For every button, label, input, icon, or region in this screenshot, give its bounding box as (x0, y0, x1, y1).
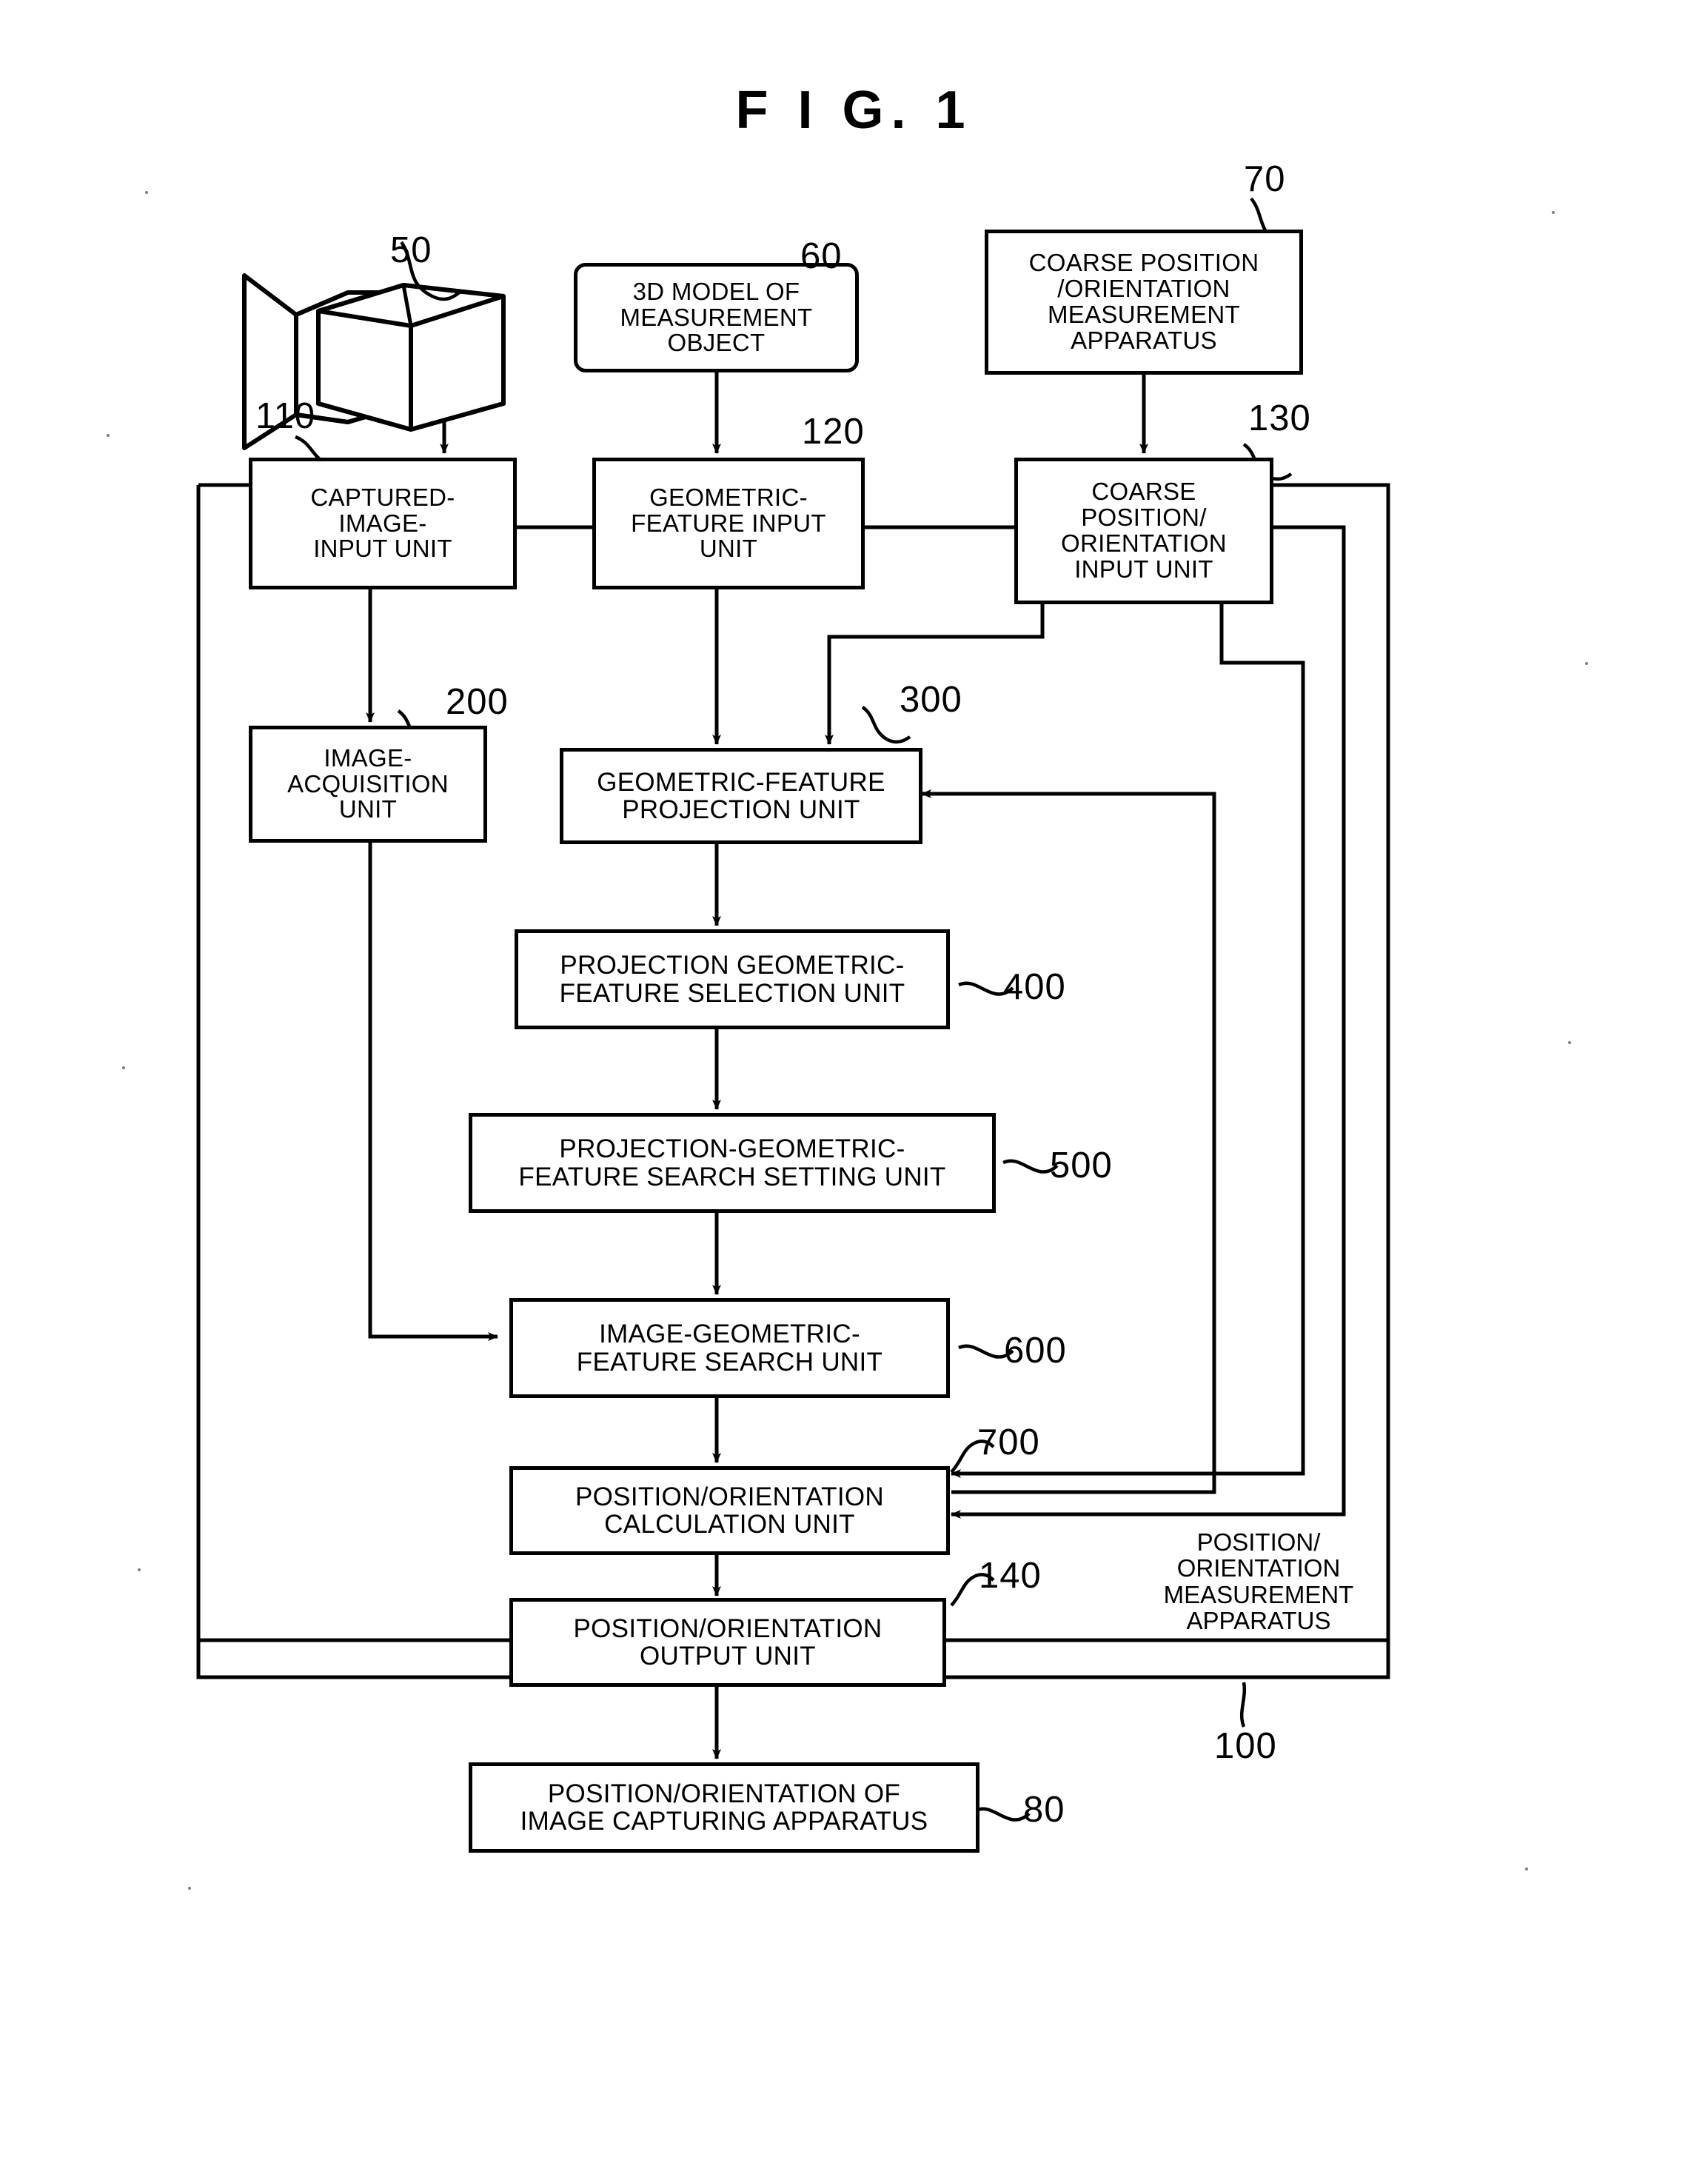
node-coarse-position-orientation-measurement-apparatus[interactable]: COARSE POSITION /ORIENTATION MEASUREMENT… (985, 230, 1303, 375)
ref-numeral-400: 400 (1003, 967, 1066, 1007)
node-3d-model-of-measurement-object[interactable]: 3D MODEL OF MEASUREMENT OBJECT (574, 263, 859, 372)
node-projection-geometric-feature-selection-unit[interactable]: PROJECTION GEOMETRIC- FEATURE SELECTION … (515, 929, 950, 1029)
scan-speck (1552, 211, 1555, 214)
ref-numeral-80: 80 (1023, 1790, 1065, 1830)
scan-speck (767, 955, 770, 958)
scan-speck (138, 1568, 141, 1571)
scan-speck (1585, 662, 1588, 665)
ref-numeral-500: 500 (1050, 1146, 1113, 1186)
node-coarse-position-orientation-input-unit[interactable]: COARSE POSITION/ ORIENTATION INPUT UNIT (1014, 458, 1273, 604)
scan-speck (1525, 1868, 1528, 1870)
ref-numeral-120: 120 (802, 412, 865, 452)
scan-speck (122, 1066, 125, 1069)
node-projection-geometric-feature-search-setting-unit[interactable]: PROJECTION-GEOMETRIC- FEATURE SEARCH SET… (469, 1113, 996, 1213)
node-captured-image-input-unit[interactable]: CAPTURED- IMAGE- INPUT UNIT (249, 458, 517, 589)
node-position-orientation-of-image-capturing-apparatus[interactable]: POSITION/ORIENTATION OF IMAGE CAPTURING … (469, 1762, 979, 1853)
node-geometric-feature-projection-unit[interactable]: GEOMETRIC-FEATURE PROJECTION UNIT (560, 748, 922, 844)
node-label: COARSE POSITION/ ORIENTATION INPUT UNIT (1061, 478, 1227, 583)
ref-numeral-600: 600 (1004, 1331, 1067, 1371)
node-label: POSITION/ORIENTATION OUTPUT UNIT (573, 1614, 883, 1671)
ref-numeral-300: 300 (900, 680, 962, 720)
scan-speck (107, 434, 110, 437)
node-image-geometric-feature-search-unit[interactable]: IMAGE-GEOMETRIC- FEATURE SEARCH UNIT (509, 1298, 950, 1398)
node-label: COARSE POSITION /ORIENTATION MEASUREMENT… (1028, 249, 1259, 354)
node-label: IMAGE- ACQUISITION UNIT (287, 743, 449, 823)
ref-numeral-130: 130 (1248, 398, 1311, 438)
figure-title: F I G. 1 (735, 81, 973, 140)
scan-speck (145, 191, 148, 194)
node-position-orientation-calculation-unit[interactable]: POSITION/ORIENTATION CALCULATION UNIT (509, 1466, 950, 1555)
ref-numeral-100: 100 (1214, 1726, 1277, 1766)
node-label: IMAGE-GEOMETRIC- FEATURE SEARCH UNIT (576, 1320, 883, 1377)
node-label: POSITION/ORIENTATION OF IMAGE CAPTURING … (520, 1779, 928, 1836)
ref-numeral-110: 110 (255, 396, 316, 436)
ref-numeral-60: 60 (800, 236, 843, 276)
node-label: PROJECTION-GEOMETRIC- FEATURE SEARCH SET… (518, 1134, 946, 1191)
node-image-acquisition-unit[interactable]: IMAGE- ACQUISITION UNIT (249, 726, 487, 843)
scan-speck (188, 1887, 191, 1890)
node-label: GEOMETRIC-FEATURE PROJECTION UNIT (597, 767, 885, 824)
ref-numeral-70: 70 (1244, 159, 1286, 199)
figure-page: F I G. 1 3D MODEL OF MEASUREMENT OBJECT … (0, 0, 1708, 2160)
ref-numeral-700: 700 (977, 1422, 1040, 1462)
node-label: PROJECTION GEOMETRIC- FEATURE SELECTION … (559, 951, 905, 1008)
ref-numeral-50: 50 (390, 230, 432, 270)
node-label: GEOMETRIC- FEATURE INPUT UNIT (631, 483, 826, 563)
node-geometric-feature-input-unit[interactable]: GEOMETRIC- FEATURE INPUT UNIT (592, 458, 865, 589)
container-label-position-orientation-measurement-apparatus: POSITION/ ORIENTATION MEASUREMENT APPARA… (1163, 1528, 1354, 1634)
node-label: CAPTURED- IMAGE- INPUT UNIT (310, 483, 455, 563)
ref-numeral-200: 200 (446, 682, 509, 722)
node-label: POSITION/ORIENTATION CALCULATION UNIT (575, 1482, 884, 1539)
scan-speck (1568, 1041, 1571, 1044)
node-label: 3D MODEL OF MEASUREMENT OBJECT (620, 277, 813, 357)
node-position-orientation-output-unit[interactable]: POSITION/ORIENTATION OUTPUT UNIT (509, 1598, 946, 1687)
ref-numeral-140: 140 (979, 1556, 1042, 1596)
